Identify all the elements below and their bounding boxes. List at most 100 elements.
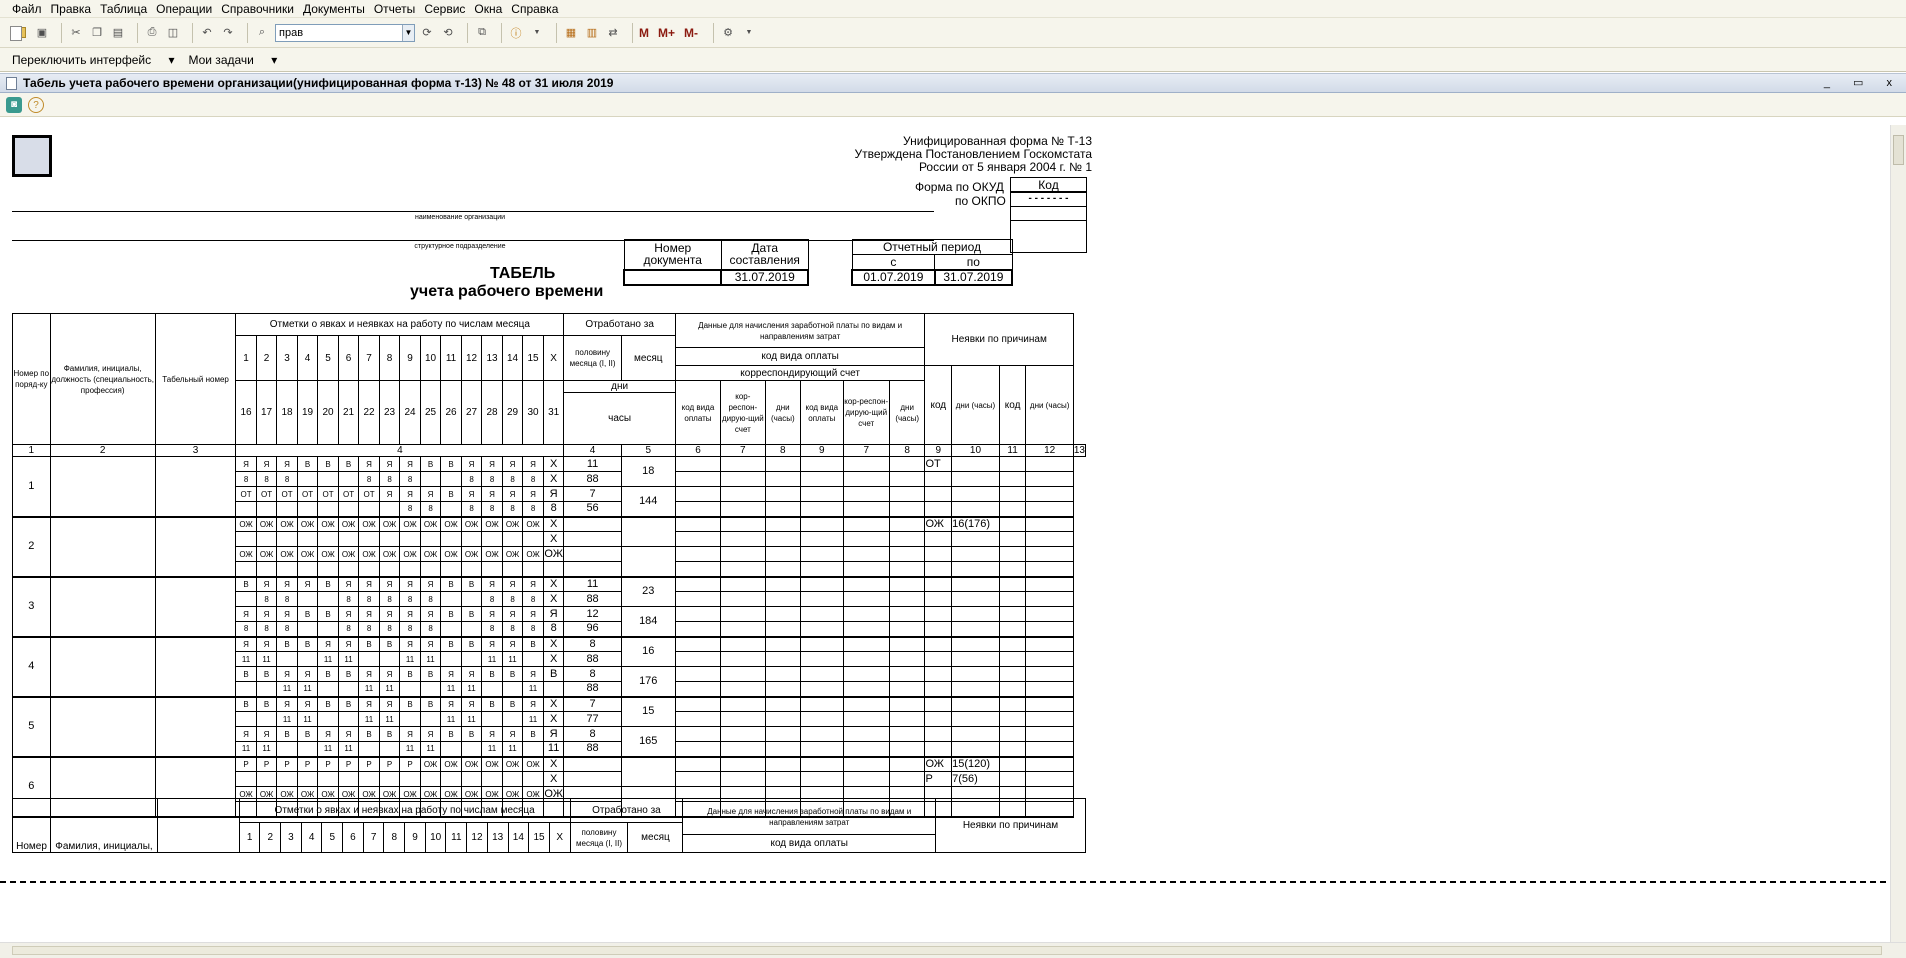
day-mark bbox=[276, 561, 298, 578]
day-header: 13 bbox=[481, 335, 503, 381]
day-mark: Я bbox=[276, 576, 298, 592]
table-row: 1 Я Я Я В В В Я Я Я В В Я Я Я Я X 11 18 ОТ bbox=[12, 456, 1086, 518]
chevron-down-icon[interactable]: ▼ bbox=[529, 25, 545, 41]
day-mark bbox=[440, 561, 462, 578]
day-mark: ОЖ bbox=[317, 516, 339, 532]
horizontal-scrollbar[interactable] bbox=[0, 942, 1906, 958]
absence-days bbox=[951, 471, 1000, 487]
day-mark: Я bbox=[255, 606, 278, 622]
header-abs-code: код bbox=[998, 365, 1027, 445]
form-title: ТАБЕЛЬ bbox=[490, 265, 556, 282]
day-mark: 8 bbox=[419, 591, 442, 607]
memory-plus-button[interactable]: M+ bbox=[658, 26, 675, 40]
menu-operations[interactable]: Операции bbox=[156, 2, 212, 16]
search-input[interactable]: прав ▼ bbox=[275, 23, 415, 42]
horizontal-scroll-thumb[interactable] bbox=[12, 946, 1882, 955]
menu-reports[interactable]: Отчеты bbox=[374, 2, 415, 16]
calculator-icon[interactable]: ▦ bbox=[563, 25, 579, 41]
day-mark: ОЖ bbox=[276, 516, 298, 532]
windows-icon[interactable]: ⧉ bbox=[474, 25, 490, 41]
new-document-icon[interactable] bbox=[10, 26, 22, 41]
camera-icon[interactable]: ◙ bbox=[6, 96, 22, 113]
print-preview-icon[interactable]: ◫ bbox=[165, 25, 181, 41]
redo-icon[interactable]: ↷ bbox=[220, 25, 236, 41]
menu-help[interactable]: Справка bbox=[511, 2, 558, 16]
table-row: 2 ОЖ ОЖ ОЖ ОЖ ОЖ ОЖ ОЖ ОЖ ОЖ ОЖ ОЖ ОЖ ОЖ ОЖ ОЖ X ОЖ 16(176… bbox=[12, 516, 1086, 578]
pay-data-cell bbox=[888, 666, 926, 682]
pay-data-cell bbox=[764, 666, 802, 682]
print-icon[interactable]: ⎙ bbox=[144, 25, 160, 41]
day-mark: Я bbox=[460, 486, 483, 502]
pay-data-cell bbox=[800, 591, 844, 607]
day-mark: Я bbox=[337, 606, 360, 622]
day-mark: 8 bbox=[235, 621, 257, 638]
day-mark bbox=[419, 771, 442, 787]
menu-documents[interactable]: Документы bbox=[303, 2, 365, 16]
info-icon[interactable]: ⓘ bbox=[508, 25, 524, 41]
day-mark bbox=[481, 531, 503, 547]
pay-data-cell bbox=[764, 516, 802, 532]
pay-data-cell bbox=[720, 621, 766, 638]
day-header: 24 bbox=[399, 380, 421, 445]
half-month-value: 12 bbox=[563, 606, 622, 622]
copy-icon[interactable]: ❐ bbox=[89, 25, 105, 41]
memory-button[interactable]: M bbox=[639, 26, 649, 40]
day-mark: X bbox=[542, 456, 565, 472]
my-tasks-button[interactable]: Мои задачи ▾ bbox=[188, 53, 277, 67]
t13-form: Унифицированная форма № Т-13 Утверждена … bbox=[10, 125, 1092, 942]
day-mark bbox=[378, 771, 401, 787]
day-mark: 11 bbox=[378, 681, 401, 698]
pay-data-cell bbox=[674, 726, 722, 742]
menu-file[interactable]: Файл bbox=[12, 2, 42, 16]
pay-data-cell bbox=[674, 471, 722, 487]
day-mark: 8 bbox=[542, 621, 565, 638]
column-index: 9 bbox=[800, 444, 844, 457]
menu-service[interactable]: Сервис bbox=[424, 2, 465, 16]
window-controls[interactable]: _ ▭ x bbox=[1824, 76, 1902, 89]
tools-icon[interactable]: ⚙ bbox=[720, 25, 736, 41]
search-dropdown-icon[interactable]: ▼ bbox=[402, 24, 414, 41]
absence-code bbox=[924, 606, 953, 622]
day-mark: ОЖ bbox=[481, 756, 503, 772]
document-number-date: Номер документа Дата составления 31.07.20… bbox=[622, 239, 809, 286]
paste-icon[interactable]: ▤ bbox=[110, 25, 126, 41]
pay-data-cell bbox=[842, 681, 890, 698]
month-value: 184 bbox=[620, 606, 676, 638]
menu-windows[interactable]: Окна bbox=[474, 2, 502, 16]
search-icon[interactable]: ⌕ bbox=[254, 25, 270, 41]
pay-data-cell bbox=[674, 501, 722, 518]
exchange-icon[interactable]: ⇄ bbox=[605, 25, 621, 41]
half-month-value bbox=[563, 756, 622, 772]
pay-data-cell bbox=[888, 756, 926, 772]
day-mark: Я bbox=[440, 696, 462, 712]
undo-icon[interactable]: ↶ bbox=[199, 25, 215, 41]
save-icon[interactable]: ▣ bbox=[34, 25, 50, 41]
day-mark: В bbox=[481, 696, 503, 712]
doc-date-value: 31.07.2019 bbox=[720, 268, 809, 286]
menu-references[interactable]: Справочники bbox=[221, 2, 294, 16]
day-mark bbox=[460, 531, 483, 547]
vertical-scrollbar[interactable] bbox=[1890, 125, 1906, 942]
menu-edit[interactable]: Правка bbox=[51, 2, 92, 16]
day-mark bbox=[255, 711, 278, 727]
header-marks: Отметки о явках и неявках на работу по ч… bbox=[238, 798, 571, 823]
absence-days bbox=[951, 576, 1000, 592]
calendar-icon[interactable]: ▥ bbox=[584, 25, 600, 41]
header-abs-days: дни (часы) bbox=[951, 365, 1000, 445]
cut-icon[interactable]: ✂ bbox=[68, 25, 84, 41]
vertical-scroll-thumb[interactable] bbox=[1893, 135, 1904, 165]
find-next-icon[interactable]: ⟳ bbox=[419, 25, 435, 41]
day-header: 27 bbox=[460, 380, 483, 445]
pay-data-cell bbox=[720, 726, 766, 742]
period-to-label: по bbox=[934, 254, 1013, 270]
memory-minus-button[interactable]: M- bbox=[684, 26, 698, 40]
day-mark: Р bbox=[235, 756, 257, 772]
switch-interface-button[interactable]: Переключить интерфейс ▾ bbox=[12, 53, 174, 67]
help-icon[interactable]: ? bbox=[28, 96, 44, 113]
day-mark: Я bbox=[522, 696, 544, 712]
day-mark: 8 bbox=[501, 621, 524, 638]
menu-table[interactable]: Таблица bbox=[100, 2, 147, 16]
employee-name bbox=[49, 576, 156, 638]
tools-chevron-icon[interactable]: ▼ bbox=[741, 25, 757, 41]
find-prev-icon[interactable]: ⟲ bbox=[440, 25, 456, 41]
